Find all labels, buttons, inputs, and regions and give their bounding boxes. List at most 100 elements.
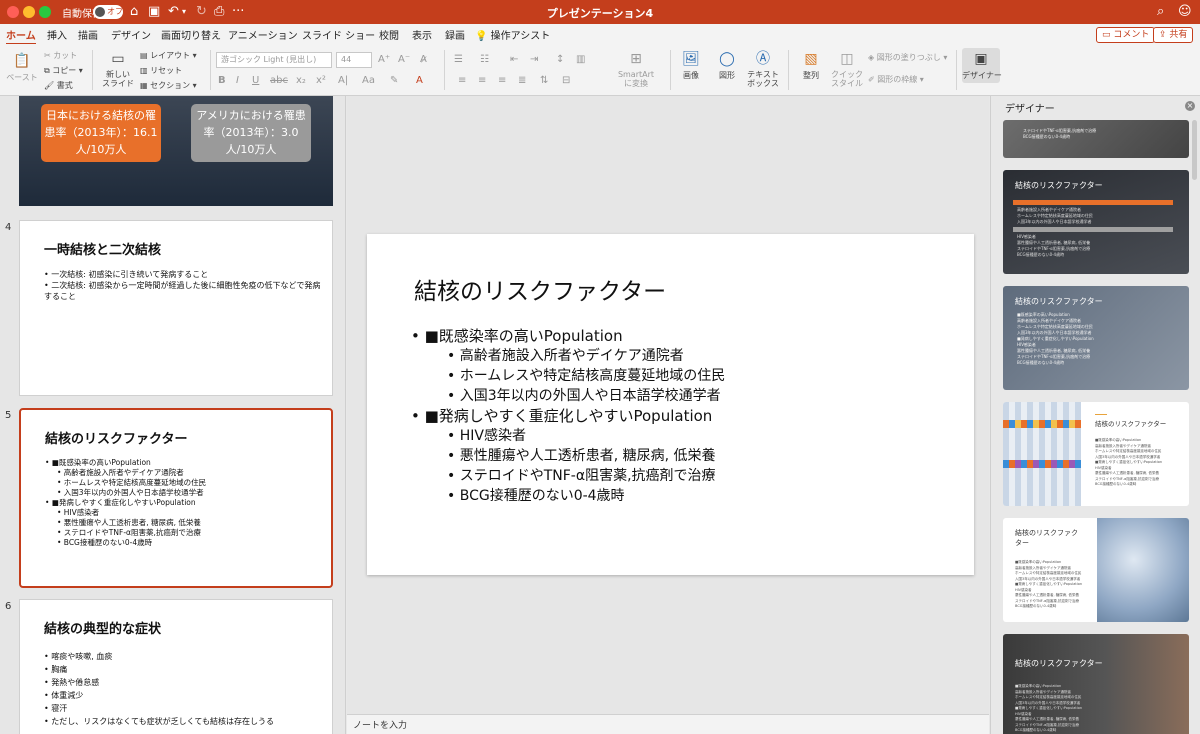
numbering-icon[interactable]: ☷ (480, 54, 489, 65)
shape-fill-button[interactable]: ◈ 図形の塗りつぶし ▾ (868, 52, 947, 63)
design-idea-card[interactable]: 結核のリスクファクター 高齢者施設入所者やデイケア通院者 ホームレスや特定結核高… (1003, 170, 1189, 274)
tab-transitions[interactable]: 画面切り替え (161, 27, 221, 42)
designer-button[interactable]: ▣ デザイナー (962, 48, 1002, 83)
more-icon[interactable]: ··· (232, 4, 244, 20)
share-button[interactable]: ⇪ 共有 (1153, 27, 1194, 43)
layout-button[interactable]: ▤ レイアウト ▾ (140, 50, 197, 61)
design-idea-card[interactable]: ステロイドやTNF-α阻害薬,抗癌剤で治療 BCG接種歴のない0-4歳時 (1003, 120, 1189, 158)
tab-design[interactable]: デザイン (111, 27, 151, 42)
cut-button[interactable]: ✂ カット (44, 50, 77, 61)
save-icon[interactable]: ▣ (148, 4, 160, 20)
thumb-bullet: • 一次結核: 初感染に引き続いて発病すること (44, 270, 209, 279)
pills-image (1097, 518, 1189, 622)
minimize-window-button[interactable] (23, 6, 35, 18)
tab-slideshow[interactable]: スライド ショー (302, 27, 375, 42)
designer-pane: デザイナー × ステロイドやTNF-α阻害薬,抗癌剤で治療 BCG接種歴のない0… (990, 96, 1200, 734)
subscript-icon[interactable]: x₂ (296, 75, 306, 86)
tell-me-label: 操作アシスト (490, 31, 551, 42)
copy-button[interactable]: ⧉ コピー ▾ (44, 65, 83, 76)
thumbnail-slide-6[interactable]: 結核の典型的な症状 • 喀痰や咳嗽, 血痰 • 胸痛 • 発熱や倦怠感 • 体重… (19, 599, 333, 734)
thumbnail-slide-4[interactable]: 一時結核と二次結核 • 一次結核: 初感染に引き続いて発病すること • 二次結核… (19, 220, 333, 396)
tab-view[interactable]: 表示 (412, 27, 432, 42)
close-icon[interactable]: × (1185, 101, 1195, 111)
quick-styles-button[interactable]: ◫ クイック スタイル (830, 50, 864, 88)
tube-caps-row (1003, 460, 1081, 468)
current-slide[interactable]: 結核のリスクファクター • ■既感染率の高いPopulation • 高齢者施設入… (367, 234, 974, 575)
bullets-icon[interactable]: ☰ (454, 54, 463, 65)
home-icon[interactable]: ⌂ (130, 4, 138, 20)
thumbnail-slide-3[interactable]: 日本における結核の罹患率（2013年）：16.1人/10万人 アメリカにおける罹… (19, 96, 333, 206)
line-spacing-icon[interactable]: ↕ (556, 54, 564, 65)
font-color-icon[interactable]: A (416, 75, 423, 86)
print-icon[interactable]: ⎙ (214, 4, 224, 20)
thumb-bullet: • 二次結核: 初感染から一定時間が経過した後に細胞性免疫の低下などで発病するこ… (44, 281, 321, 301)
superscript-icon[interactable]: x² (316, 75, 326, 86)
separator (788, 50, 789, 90)
undo-icon[interactable]: ↶ (168, 4, 179, 20)
shapes-button[interactable]: ◯ 図形 (712, 50, 742, 81)
slide-title[interactable]: 結核のリスクファクター (414, 272, 666, 306)
tab-home[interactable]: ホーム (6, 27, 36, 45)
designer-label: デザイナー (962, 71, 1002, 80)
design-idea-card[interactable]: 結核のリスクファクター ■既感染率の高いPopulation 高齢者施設入所者や… (1003, 286, 1189, 390)
format-painter-button[interactable]: 🖌 書式 (44, 80, 73, 91)
highlight-icon[interactable]: ✎ (390, 75, 398, 86)
smartart-button[interactable]: ⊞ SmartArt に変換 (606, 50, 666, 88)
design-idea-card[interactable]: 結核のリスクファク ター ■既感染率の高いPopulation 高齢者施設入所者… (1003, 518, 1189, 622)
align-center-icon[interactable]: ≡ (478, 75, 486, 86)
decrease-indent-icon[interactable]: ⇤ (510, 54, 518, 65)
tab-draw[interactable]: 描画 (78, 27, 98, 42)
change-case-icon[interactable]: Aa (362, 75, 375, 86)
font-size-select[interactable]: 44 (336, 52, 372, 68)
search-icon[interactable]: ⌕ (1157, 4, 1164, 19)
design-idea-orange-band (1013, 200, 1173, 205)
align-left-icon[interactable]: ≡ (458, 75, 466, 86)
font-name-select[interactable]: 游ゴシック Light (見出し) (216, 52, 332, 68)
tab-animations[interactable]: アニメーション (228, 27, 298, 42)
decrease-font-icon[interactable]: A⁻ (398, 54, 410, 65)
tab-review[interactable]: 校閲 (379, 27, 399, 42)
reset-button[interactable]: ▥ リセット (140, 65, 182, 76)
account-icon[interactable]: ☺ (1178, 4, 1192, 19)
slide-content-placeholder[interactable]: • ■既感染率の高いPopulation • 高齢者施設入所者やデイケア通院者 • … (411, 326, 961, 506)
text-direction-icon[interactable]: ⇅ (540, 75, 548, 86)
redo-icon[interactable]: ↻ (196, 4, 207, 20)
design-idea-lines: ■既感染率の高いPopulation 高齢者施設入所者やデイケア通院者 ホームレ… (1017, 312, 1094, 366)
justify-icon[interactable]: ≣ (518, 75, 526, 86)
thumb-bullet: • 喀痰や咳嗽, 血痰 (44, 652, 113, 661)
tab-record[interactable]: 録画 (445, 27, 465, 42)
increase-indent-icon[interactable]: ⇥ (530, 54, 538, 65)
columns-icon[interactable]: ▥ (576, 54, 585, 65)
comment-button[interactable]: ▭ コメント (1096, 27, 1156, 43)
align-right-icon[interactable]: ≡ (498, 75, 506, 86)
close-window-button[interactable] (7, 6, 19, 18)
italic-icon[interactable]: I (236, 75, 239, 86)
clear-format-icon[interactable]: A̷ (420, 54, 427, 65)
design-idea-card[interactable]: 結核のリスクファクター ■既感染率の高いPopulation 高齢者施設入所者や… (1003, 402, 1189, 506)
textbox-button[interactable]: Ⓐ テキスト ボックス (746, 50, 780, 88)
tab-tell-me[interactable]: 💡 操作アシスト (475, 27, 550, 42)
section-button[interactable]: ▦ セクション ▾ (140, 80, 197, 91)
picture-button[interactable]: 🖼 画像 (676, 50, 706, 81)
maximize-window-button[interactable] (39, 6, 51, 18)
strikethrough-icon[interactable]: abc (270, 75, 288, 86)
arrange-button[interactable]: ▧ 整列 (796, 50, 826, 81)
thumbnail-slide-5[interactable]: 結核のリスクファクター • ■既感染率の高いPopulation • 高齢者施設入… (19, 408, 333, 588)
autosave-toggle[interactable]: オフ (93, 5, 123, 19)
design-idea-lines: ■既感染率の高いPopulation 高齢者施設入所者やデイケア通院者 ホームレ… (1015, 684, 1082, 734)
increase-font-icon[interactable]: A⁺ (378, 54, 390, 65)
paste-button[interactable]: 📋 ペースト (6, 52, 38, 83)
new-slide-button[interactable]: ▭ 新しい スライド (100, 50, 136, 88)
notes-input[interactable]: ノートを入力 (347, 714, 989, 734)
shape-outline-button[interactable]: ✐ 図形の枠線 ▾ (868, 74, 924, 85)
design-idea-card[interactable]: 結核のリスクファクター ■既感染率の高いPopulation 高齢者施設入所者や… (1003, 634, 1189, 734)
char-spacing-icon[interactable]: A| (338, 75, 348, 86)
undo-dropdown-icon[interactable]: ▾ (182, 4, 186, 20)
align-text-icon[interactable]: ⊟ (562, 75, 570, 86)
design-idea-line: ■発病しやすく重症化しやすいPopulation (1095, 460, 1163, 464)
design-idea-title: 結核のリスクファクター (1015, 297, 1103, 306)
underline-icon[interactable]: U (252, 75, 259, 86)
designer-scrollbar[interactable] (1192, 120, 1197, 180)
bold-icon[interactable]: B (218, 75, 226, 86)
tab-insert[interactable]: 挿入 (47, 27, 67, 42)
